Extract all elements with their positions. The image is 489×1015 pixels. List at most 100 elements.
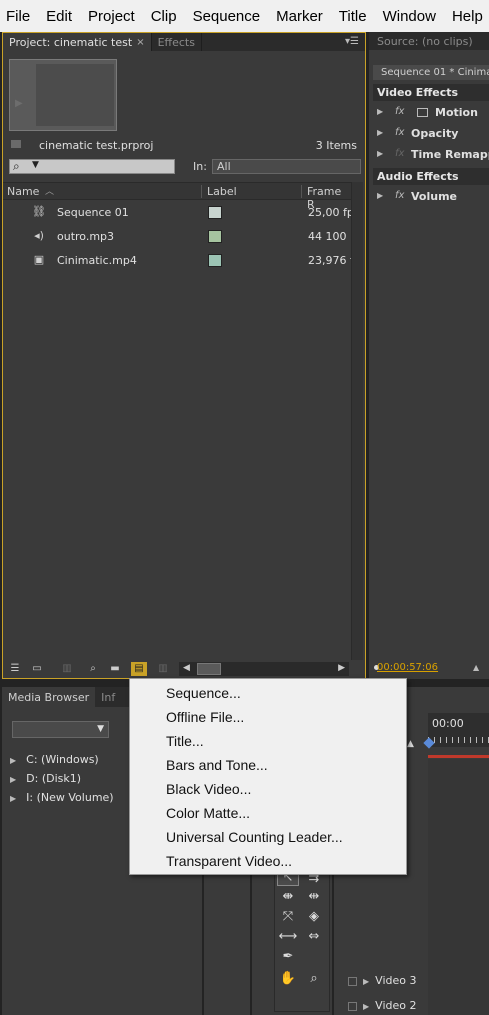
column-label[interactable]: Label — [207, 185, 237, 198]
in-select[interactable]: All — [212, 159, 361, 174]
rolling-edit-tool-icon[interactable]: ⇹ — [303, 888, 325, 906]
audio-icon: ◂) — [34, 229, 44, 242]
track-toggle[interactable] — [348, 976, 357, 986]
menu-item-offline-file[interactable]: Offline File... — [166, 709, 244, 725]
fx-icon: fx — [395, 106, 405, 117]
icon-view-icon[interactable]: ▭ — [29, 662, 45, 676]
tab-source[interactable]: Source: (no clips) — [369, 32, 489, 50]
effect-motion[interactable]: ▶ fx Motion — [373, 104, 489, 125]
menu-sequence[interactable]: Sequence — [193, 8, 261, 25]
preview-thumbnail: ▶ — [9, 59, 117, 131]
menu-title[interactable]: Title — [339, 8, 367, 25]
menu-clip[interactable]: Clip — [151, 8, 177, 25]
menu-item-title[interactable]: Title... — [166, 733, 204, 749]
work-area-bar[interactable] — [428, 755, 489, 758]
drive-item[interactable]: ▶ C: (Windows) — [10, 753, 99, 766]
table-row[interactable]: ⛓ Sequence 01 25,00 fp — [3, 201, 351, 225]
drive-label: C: (Windows) — [26, 753, 99, 766]
expand-icon[interactable]: ▶ — [10, 756, 16, 765]
menu-window[interactable]: Window — [383, 8, 436, 25]
zoom-tool-icon[interactable]: ⌕ — [303, 970, 325, 988]
menu-item-bars-and-tone[interactable]: Bars and Tone... — [166, 757, 268, 773]
menu-file[interactable]: File — [6, 8, 30, 25]
scroll-thumb[interactable] — [197, 663, 221, 675]
rate-stretch-tool-icon[interactable]: ⤧ — [277, 908, 299, 926]
project-bottom-toolbar: ☰ ▭ ▥ ⌕ ▬ ▤ ▥ ◀ ▶ — [3, 660, 365, 678]
expand-icon[interactable]: ▶ — [377, 191, 383, 200]
project-tabbar: Project: cinematic test × Effects ▾☰ — [3, 33, 365, 51]
snap-icon[interactable]: ▲ — [407, 739, 414, 749]
expand-icon[interactable]: ▶ — [377, 107, 383, 116]
effect-label: Time Remapp — [411, 148, 489, 161]
effect-time-remapping[interactable]: ▶ fx Time Remapp — [373, 146, 489, 167]
column-name[interactable]: Name — [7, 185, 39, 198]
expand-icon[interactable]: ▶ — [10, 775, 16, 784]
new-item-icon[interactable]: ▤ — [131, 662, 147, 676]
panel-menu-icon[interactable]: ▾☰ — [345, 36, 359, 47]
menu-item-transparent-video[interactable]: Transparent Video... — [166, 853, 292, 869]
drive-item[interactable]: ▶ D: (Disk1) — [10, 772, 81, 785]
menu-help[interactable]: Help — [452, 8, 483, 25]
motion-icon[interactable] — [417, 108, 428, 117]
menu-project[interactable]: Project — [88, 8, 135, 25]
timecode[interactable]: 00:00:57:06 — [377, 662, 438, 673]
menu-item-sequence[interactable]: Sequence... — [166, 685, 241, 701]
slip-tool-icon[interactable]: ⟷ — [277, 928, 299, 946]
video-effects-header: Video Effects — [373, 84, 489, 101]
horizontal-scrollbar[interactable]: ◀ ▶ — [179, 662, 349, 676]
scroll-right-icon[interactable]: ▶ — [338, 663, 345, 673]
tab-effects[interactable]: Effects — [152, 33, 202, 51]
ripple-edit-tool-icon[interactable]: ⇼ — [277, 888, 299, 906]
table-row[interactable]: ▣ Cinimatic.mp4 23,976 f — [3, 249, 351, 273]
drive-label: I: (New Volume) — [26, 791, 114, 804]
in-label: In: — [193, 160, 207, 173]
effect-opacity[interactable]: ▶ fx Opacity — [373, 125, 489, 146]
play-icon[interactable]: ▶ — [15, 98, 29, 122]
track-label: Video 3 — [375, 974, 417, 987]
expand-icon[interactable]: ▶ — [10, 794, 16, 803]
menu-edit[interactable]: Edit — [46, 8, 72, 25]
search-input[interactable]: ⌕ ▼ — [9, 159, 175, 174]
menu-bar: File Edit Project Clip Sequence Marker T… — [0, 0, 489, 32]
label-swatch[interactable] — [208, 230, 222, 243]
chevron-up-icon[interactable]: ▲ — [473, 663, 479, 672]
search-dropdown-icon[interactable]: ▼ — [32, 160, 39, 170]
menu-marker[interactable]: Marker — [276, 8, 323, 25]
automate-icon[interactable]: ▥ — [59, 662, 75, 676]
hand-tool-icon[interactable]: ✋ — [277, 970, 299, 988]
close-icon[interactable]: × — [136, 37, 144, 48]
tab-project[interactable]: Project: cinematic test × — [3, 33, 152, 51]
expand-icon[interactable]: ▶ — [363, 977, 369, 986]
expand-icon[interactable]: ▶ — [377, 128, 383, 137]
effect-volume[interactable]: ▶ fx Volume — [373, 188, 489, 209]
menu-item-black-video[interactable]: Black Video... — [166, 781, 251, 797]
tab-media-browser[interactable]: Media Browser — [2, 687, 96, 707]
menu-item-color-matte[interactable]: Color Matte... — [166, 805, 250, 821]
track-toggle[interactable] — [348, 1001, 357, 1011]
track-video-2[interactable]: ▶ Video 2 — [348, 999, 416, 1012]
find-icon[interactable]: ⌕ — [85, 662, 101, 676]
razor-tool-icon[interactable]: ◈ — [303, 908, 325, 926]
row-name: Cinimatic.mp4 — [57, 254, 137, 267]
tab-info[interactable]: Inf — [95, 691, 121, 704]
menu-item-universal-counting-leader[interactable]: Universal Counting Leader... — [166, 829, 343, 845]
list-view-icon[interactable]: ☰ — [7, 662, 23, 676]
slide-tool-icon[interactable]: ⇔ — [303, 928, 325, 946]
audio-effects-header: Audio Effects — [373, 168, 489, 185]
media-browser-select[interactable]: ▼ — [12, 721, 109, 738]
sort-icon[interactable]: ︿ — [45, 184, 54, 197]
expand-icon[interactable]: ▶ — [363, 1002, 369, 1011]
scroll-left-icon[interactable]: ◀ — [183, 663, 190, 673]
timeline-track-area[interactable] — [428, 759, 489, 1015]
vertical-scrollbar[interactable]: ▼ — [351, 182, 363, 676]
timeline-time-label: 00:00 — [432, 717, 464, 730]
expand-icon[interactable]: ▶ — [377, 149, 383, 158]
new-bin-icon[interactable]: ▬ — [107, 662, 123, 676]
table-row[interactable]: ◂) outro.mp3 44 100 H — [3, 225, 351, 249]
trash-icon[interactable]: ▥ — [155, 662, 171, 676]
track-video-3[interactable]: ▶ Video 3 — [348, 974, 416, 987]
label-swatch[interactable] — [208, 206, 222, 219]
pen-tool-icon[interactable]: ✒ — [277, 948, 299, 966]
drive-item[interactable]: ▶ I: (New Volume) — [10, 791, 114, 804]
label-swatch[interactable] — [208, 254, 222, 267]
